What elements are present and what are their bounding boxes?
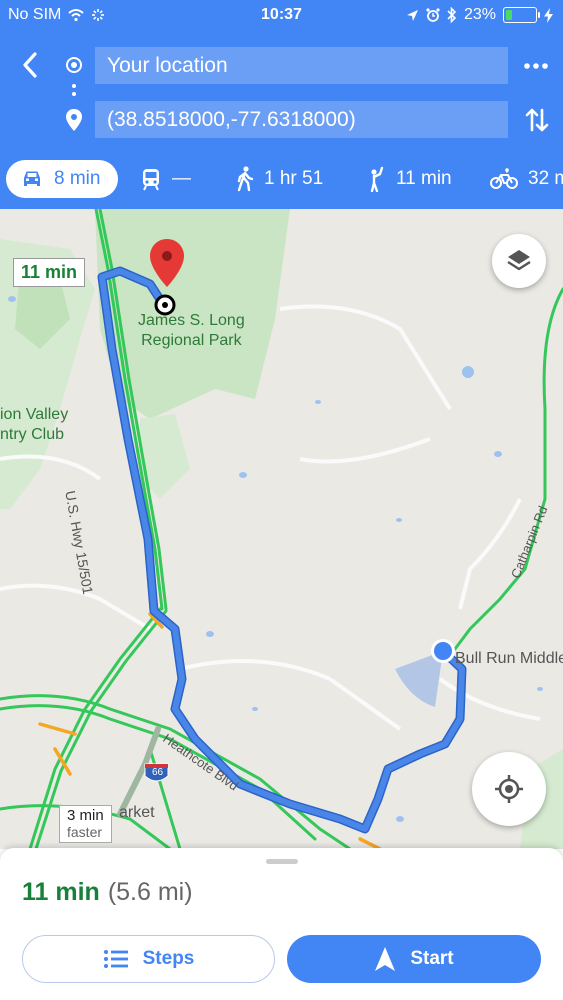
tab-ride[interactable]: 11 min bbox=[366, 160, 452, 198]
maps-directions-screen: No SIM 10:37 23% Your location (38.85180… bbox=[0, 0, 563, 1000]
steps-button[interactable]: Steps bbox=[22, 935, 275, 983]
battery-fill bbox=[506, 10, 512, 20]
swap-icon[interactable] bbox=[522, 104, 552, 136]
back-arrow-icon[interactable] bbox=[16, 48, 46, 82]
car-icon bbox=[24, 171, 40, 186]
destination-input[interactable]: (38.8518000,-77.6318000) bbox=[95, 101, 508, 138]
destination-pin-icon bbox=[66, 109, 82, 131]
start-label: Start bbox=[410, 948, 454, 969]
my-location-button[interactable] bbox=[472, 752, 546, 826]
crosshair-icon bbox=[495, 775, 523, 803]
hail-icon bbox=[370, 166, 384, 192]
alt-route-chip[interactable]: 3 min faster bbox=[59, 805, 112, 843]
route-duration: 11 min bbox=[22, 878, 100, 906]
directions-header: No SIM 10:37 23% Your location (38.85180… bbox=[0, 0, 563, 209]
travel-mode-tabs: 8 min — 1 hr 51 11 min 32 m bbox=[0, 158, 563, 202]
map-label-club: ion Valley ntry Club bbox=[0, 406, 69, 443]
navigation-arrow-icon bbox=[375, 947, 396, 971]
sheet-handle[interactable] bbox=[266, 859, 298, 864]
bicycle-icon bbox=[490, 168, 518, 189]
origin-marker-icon bbox=[66, 57, 82, 73]
status-bar: No SIM 10:37 23% bbox=[0, 0, 563, 30]
map-label-park: James S. Long Regional Park bbox=[138, 312, 245, 349]
tab-bike-label: 32 m bbox=[528, 168, 563, 189]
tab-drive-label: 8 min bbox=[54, 168, 101, 189]
tab-walk-label: 1 hr 51 bbox=[264, 168, 324, 189]
walking-icon bbox=[237, 166, 254, 192]
map-label-market: arket bbox=[119, 804, 155, 821]
train-icon bbox=[143, 169, 159, 191]
tab-drive[interactable]: 8 min bbox=[6, 160, 118, 198]
tab-walk[interactable]: 1 hr 51 bbox=[236, 160, 323, 198]
map-label-school: Bull Run Middle bbox=[455, 650, 563, 667]
more-options-icon[interactable] bbox=[521, 54, 551, 78]
alt-route-time: 3 min bbox=[67, 807, 104, 824]
battery-percent: 23% bbox=[463, 6, 496, 23]
interstate-number: 66 bbox=[151, 767, 164, 778]
start-button[interactable]: Start bbox=[287, 935, 541, 983]
origin-input[interactable]: Your location bbox=[95, 47, 508, 84]
layers-icon bbox=[507, 250, 531, 271]
map-view[interactable]: James S. Long Regional Park ion Valley n… bbox=[0, 209, 563, 849]
route-distance: (5.6 mi) bbox=[107, 878, 193, 906]
route-summary-sheet: 11 min (5.6 mi) Steps Start bbox=[0, 848, 563, 1000]
alarm-icon bbox=[426, 8, 440, 22]
tab-ride-label: 11 min bbox=[396, 168, 452, 189]
tab-transit-label: — bbox=[172, 168, 191, 189]
battery-icon bbox=[503, 7, 540, 23]
route-summary: 11 min (5.6 mi) bbox=[22, 878, 193, 907]
charging-icon bbox=[544, 7, 553, 23]
steps-label: Steps bbox=[142, 948, 195, 969]
bluetooth-icon bbox=[447, 7, 457, 23]
tab-bike[interactable]: 32 m bbox=[490, 160, 563, 198]
list-icon bbox=[103, 950, 128, 968]
layers-button[interactable] bbox=[492, 234, 546, 288]
location-arrow-icon bbox=[406, 9, 418, 21]
alt-route-note: faster bbox=[67, 824, 103, 840]
route-time-chip[interactable]: 11 min bbox=[13, 258, 86, 287]
route-dots-icon bbox=[72, 84, 76, 100]
tab-transit[interactable]: — bbox=[140, 160, 191, 198]
